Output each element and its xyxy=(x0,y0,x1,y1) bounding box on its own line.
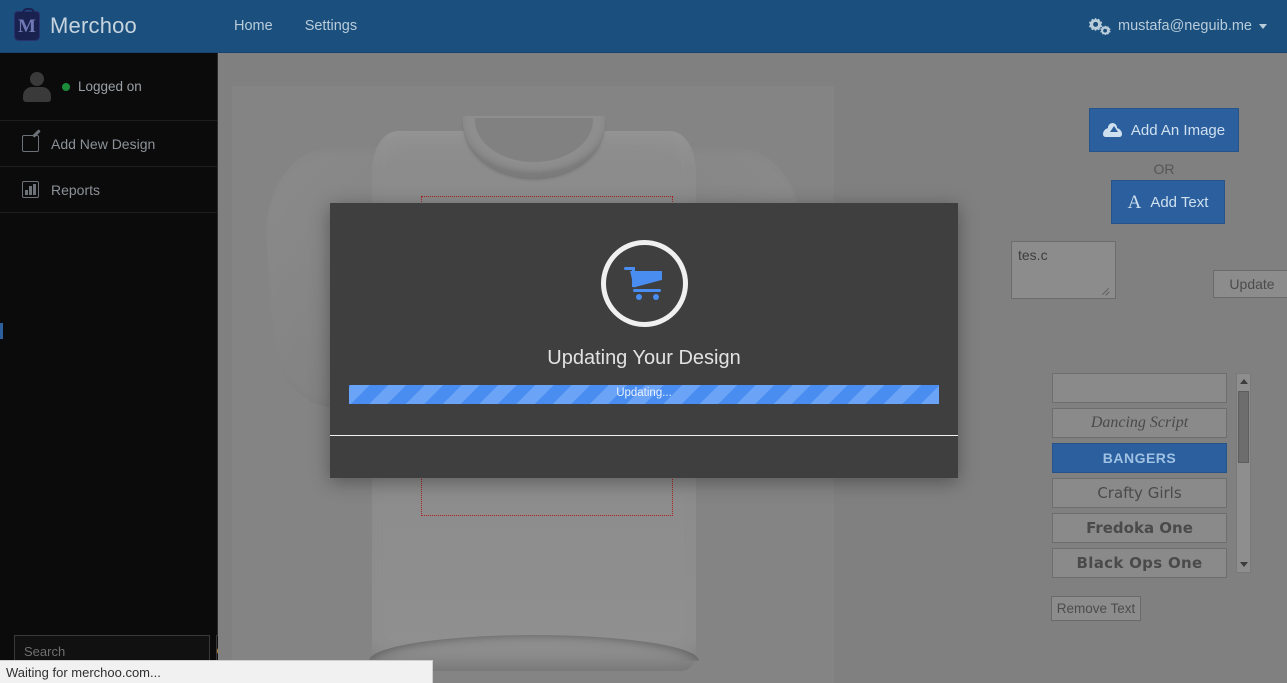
gears-icon xyxy=(1088,18,1111,35)
add-text-label: Add Text xyxy=(1150,193,1209,211)
add-an-image-button[interactable]: Add An Image xyxy=(1089,108,1239,152)
nav-item-settings[interactable]: Settings xyxy=(289,0,373,53)
status-dot-icon xyxy=(62,82,70,91)
modal-icon-circle xyxy=(600,240,688,327)
merchoo-logo-icon: M xyxy=(14,8,40,41)
font-list: Dancing Script BANGERS Crafty Girls Fred… xyxy=(1052,373,1227,583)
progress-bar: Updating... xyxy=(349,385,939,404)
progress-bar-label: Updating... xyxy=(616,387,672,399)
triangle-up-icon xyxy=(1239,379,1248,384)
sidebar: Logged on Add New Design Reports xyxy=(0,53,228,683)
brand-link[interactable]: M Merchoo xyxy=(0,0,218,53)
account-menu[interactable]: mustafa@neguib.me xyxy=(1088,17,1287,35)
font-option-label: BANGERS xyxy=(1102,450,1177,466)
avatar-icon xyxy=(22,71,52,102)
font-option[interactable] xyxy=(1052,373,1227,403)
bar-chart-icon xyxy=(22,181,39,198)
font-list-scrollbar[interactable] xyxy=(1236,373,1251,573)
font-option-black-ops-one[interactable]: Black Ops One xyxy=(1052,548,1227,578)
text-A-icon: A xyxy=(1127,191,1142,213)
top-navbar: M Merchoo Home Settings mustafa@neguib.m… xyxy=(0,0,1287,53)
login-status-label: Logged on xyxy=(78,79,142,94)
pencil-square-icon xyxy=(22,135,39,152)
status-bar-text: Waiting for merchoo.com... xyxy=(6,664,161,680)
modal-body: Updating Your Design Updating... xyxy=(330,203,958,435)
font-option-label: Black Ops One xyxy=(1076,554,1203,572)
nav-links: Home Settings xyxy=(218,0,373,53)
chevron-down-icon xyxy=(1259,23,1267,29)
modal-title: Updating Your Design xyxy=(547,347,741,369)
font-option-dancing-script[interactable]: Dancing Script xyxy=(1052,408,1227,438)
updating-design-modal: Updating Your Design Updating... xyxy=(330,203,958,478)
design-text-input[interactable] xyxy=(1011,241,1116,299)
font-option-bangers[interactable]: BANGERS xyxy=(1052,443,1227,473)
sidebar-item-label: Add New Design xyxy=(51,135,156,152)
add-text-button[interactable]: A Add Text xyxy=(1111,180,1225,224)
sidebar-item-add-new-design[interactable]: Add New Design xyxy=(0,121,217,167)
shopping-cart-icon xyxy=(624,266,664,301)
scroll-up-button[interactable] xyxy=(1237,374,1250,389)
font-option-label: Dancing Script xyxy=(1090,414,1189,431)
login-status: Logged on xyxy=(62,79,142,94)
account-email: mustafa@neguib.me xyxy=(1117,18,1252,34)
sidebar-user-block: Logged on xyxy=(0,53,217,121)
font-option-label: Crafty Girls xyxy=(1097,484,1182,502)
left-edge-indicator xyxy=(0,323,3,339)
modal-footer xyxy=(330,436,958,478)
update-button[interactable]: Update xyxy=(1213,270,1287,298)
font-option-fredoka-one[interactable]: Fredoka One xyxy=(1052,513,1227,543)
add-an-image-label: Add An Image xyxy=(1130,121,1226,139)
sidebar-item-reports[interactable]: Reports xyxy=(0,167,217,213)
scroll-down-button[interactable] xyxy=(1237,557,1250,572)
font-option-label: Fredoka One xyxy=(1086,519,1193,537)
or-separator-label: OR xyxy=(1153,161,1175,177)
remove-text-button[interactable]: Remove Text xyxy=(1051,596,1141,621)
nav-item-home[interactable]: Home xyxy=(218,0,289,53)
triangle-down-icon xyxy=(1239,562,1248,567)
font-option-crafty-girls[interactable]: Crafty Girls xyxy=(1052,478,1227,508)
sidebar-item-label: Reports xyxy=(51,181,101,198)
brand-title: Merchoo xyxy=(50,13,137,38)
browser-status-bar: Waiting for merchoo.com... xyxy=(0,660,433,683)
scrollbar-thumb[interactable] xyxy=(1238,391,1249,463)
cloud-upload-icon xyxy=(1102,123,1122,137)
